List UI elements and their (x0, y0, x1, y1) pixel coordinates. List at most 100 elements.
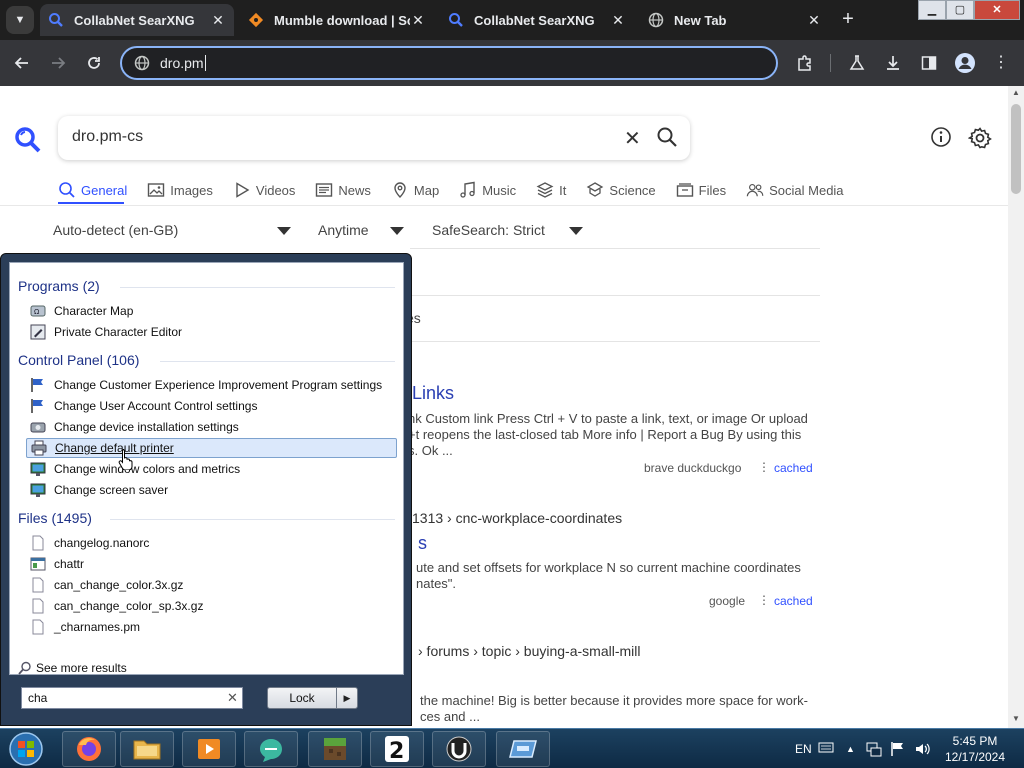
searxng-favicon-icon (48, 12, 64, 28)
system-clock[interactable]: 5:45 PM 12/17/2024 (940, 733, 1010, 765)
site-info-icon[interactable] (134, 55, 150, 71)
profile-avatar-icon[interactable] (952, 50, 978, 76)
tab-files[interactable]: Files (676, 181, 726, 199)
forward-arrow-icon[interactable] (45, 50, 71, 76)
tab-close-icon[interactable]: ✕ (806, 12, 822, 29)
keyboard-icon[interactable] (818, 740, 834, 758)
tab-videos[interactable]: Videos (233, 181, 295, 199)
info-icon[interactable] (930, 126, 952, 148)
result-private-character-editor[interactable]: Private Character Editor (26, 322, 397, 342)
chat-app-taskbar-icon[interactable] (244, 731, 298, 767)
chevron-down-icon[interactable] (277, 227, 291, 235)
back-arrow-icon[interactable] (9, 50, 35, 76)
tab-close-icon[interactable]: ✕ (210, 12, 226, 29)
gear-icon[interactable] (967, 126, 992, 150)
tab-news[interactable]: News (315, 181, 371, 199)
action-center-flag-icon[interactable] (890, 741, 906, 757)
result-file-can-change-color[interactable]: can_change_color.3x.gz (26, 575, 397, 595)
tab-it[interactable]: It (536, 181, 566, 199)
scroll-thumb[interactable] (1011, 104, 1021, 194)
address-bar[interactable]: dro.pm (120, 46, 778, 80)
result-title[interactable]: Links (412, 383, 454, 404)
scroll-up-icon[interactable]: ▲ (1008, 86, 1024, 100)
clear-search-icon[interactable]: ✕ (624, 126, 641, 151)
search-submit-icon[interactable] (656, 126, 678, 148)
search-box[interactable]: dro.pm-cs ✕ (58, 116, 690, 160)
power-options-arrow-icon[interactable]: ▶ (336, 687, 358, 709)
search-input[interactable]: dro.pm-cs (72, 128, 143, 146)
tab-close-icon[interactable]: ✕ (410, 12, 426, 29)
extensions-puzzle-icon[interactable] (792, 50, 818, 76)
tab-social-media[interactable]: Social Media (746, 181, 844, 199)
tab-music[interactable]: Music (459, 181, 516, 199)
chevron-down-icon[interactable] (390, 227, 404, 235)
tab-label: News (338, 182, 371, 198)
result-url[interactable]: › forums › topic › buying-a-small-mill (418, 643, 640, 659)
safesearch-select[interactable]: SafeSearch: Strict (432, 222, 545, 238)
clear-search-icon[interactable]: ✕ (227, 690, 238, 706)
maximize-icon[interactable]: ▢ (946, 0, 974, 20)
language-select[interactable]: Auto-detect (en-GB) (53, 222, 178, 238)
network-icon[interactable] (866, 741, 882, 757)
drive-taskbar-icon[interactable] (496, 731, 550, 767)
searxng-logo-icon[interactable] (14, 126, 42, 154)
result-url[interactable]: 1313 › cnc-workplace-coordinates (412, 510, 622, 526)
tab-title: CollabNet SearXNG (74, 12, 195, 28)
tab-science[interactable]: Science (586, 181, 656, 199)
result-title[interactable]: s (418, 533, 427, 554)
chevron-down-icon[interactable] (569, 227, 583, 235)
new-tab-plus-icon[interactable]: + (836, 8, 860, 32)
download-icon[interactable] (880, 50, 906, 76)
result-file-changelog[interactable]: changelog.nanorc (26, 533, 397, 553)
firefox-taskbar-icon[interactable] (62, 731, 116, 767)
tab-general[interactable]: General (58, 181, 127, 199)
page-scrollbar[interactable]: ▲ ▼ (1008, 86, 1024, 728)
cached-link[interactable]: cached (774, 594, 813, 608)
start-search-value[interactable]: cha (28, 691, 47, 705)
result-character-map[interactable]: Ω Character Map (26, 301, 397, 321)
volume-icon[interactable] (914, 741, 932, 757)
scroll-down-icon[interactable]: ▼ (1008, 712, 1024, 726)
media-player-taskbar-icon[interactable] (182, 731, 236, 767)
tab-mumble[interactable]: Mumble download | So ✕ (240, 4, 434, 36)
tab-collabnet-2[interactable]: CollabNet SearXNG ✕ (440, 4, 634, 36)
gmod-taskbar-icon[interactable] (432, 731, 486, 767)
result-screen-saver[interactable]: Change screen saver (26, 480, 397, 500)
result-uac-settings[interactable]: Change User Account Control settings (26, 396, 397, 416)
side-panel-icon[interactable] (916, 50, 942, 76)
file-explorer-taskbar-icon[interactable] (120, 731, 174, 767)
result-file-chattr[interactable]: chattr (26, 554, 397, 574)
tab-map[interactable]: Map (391, 181, 439, 199)
tab-new-tab[interactable]: New Tab ✕ (640, 4, 830, 36)
tab-collabnet-1[interactable]: CollabNet SearXNG ✕ (40, 4, 234, 36)
result-ceip-settings[interactable]: Change Customer Experience Improvement P… (26, 375, 397, 395)
cached-link[interactable]: cached (774, 461, 813, 475)
start-menu: Programs (2) Ω Character Map Private Cha… (0, 253, 412, 726)
input-language[interactable]: EN (795, 729, 812, 768)
divider (0, 205, 1008, 206)
result-file-charnames[interactable]: _charnames.pm (26, 617, 397, 637)
lock-button[interactable]: Lock (267, 687, 337, 709)
labs-flask-icon[interactable] (844, 50, 870, 76)
app-two-taskbar-icon[interactable]: 2 (370, 731, 424, 767)
tab-label: Map (413, 182, 440, 198)
show-hidden-icons-icon[interactable]: ▲ (846, 729, 855, 768)
see-more-results-link[interactable]: See more results (18, 661, 127, 675)
tab-label: General (81, 182, 128, 198)
result-file-can-change-color-sp[interactable]: can_change_color_sp.3x.gz (26, 596, 397, 616)
start-search-input[interactable]: cha ✕ (21, 687, 243, 709)
result-window-colors[interactable]: Change window colors and metrics (26, 459, 397, 479)
tab-search-button[interactable]: ▼ (6, 6, 34, 34)
address-text[interactable]: dro.pm (160, 55, 204, 71)
reload-icon[interactable] (81, 50, 107, 76)
result-device-installation-settings[interactable]: Change device installation settings (26, 417, 397, 437)
window-close-icon[interactable]: ✕ (974, 0, 1020, 20)
time-range-select[interactable]: Anytime (318, 222, 369, 238)
tab-close-icon[interactable]: ✕ (610, 12, 626, 29)
minimize-icon[interactable]: ▁ (918, 0, 946, 20)
browser-menu-icon[interactable]: ⋮ (988, 50, 1014, 76)
result-change-default-printer[interactable]: Change default printer (26, 438, 397, 458)
minecraft-taskbar-icon[interactable] (308, 731, 362, 767)
windows-start-orb-icon[interactable] (6, 731, 46, 767)
tab-images[interactable]: Images (147, 181, 213, 199)
